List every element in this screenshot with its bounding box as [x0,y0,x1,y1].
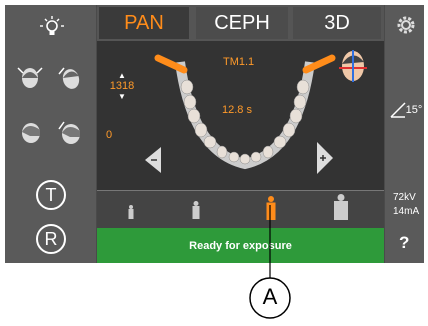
tab-pan[interactable]: PAN [99,7,189,39]
up-arrow-icon: ▲ [118,71,126,80]
program-label: TM1.1 [223,56,255,68]
head-tilt-icon[interactable] [55,63,85,93]
help-button[interactable]: ? [399,233,409,253]
head-front-icon[interactable] [15,63,45,93]
patient-small-icon[interactable] [188,199,204,221]
kv-value: 72kV [393,192,416,203]
patient-head-icon[interactable] [336,46,370,88]
head-side-icon[interactable] [15,117,45,147]
angle-value: 15° [405,104,423,116]
patient-child-icon[interactable] [124,203,138,221]
lamp-icon[interactable] [38,14,66,42]
angle-control[interactable]: 15° [386,98,426,122]
r-button[interactable]: R [36,224,66,254]
angle-icon [390,102,406,118]
tab-ceph-label: CEPH [214,11,270,34]
t-button-label: T [45,184,57,205]
r-button-label: R [44,228,58,249]
right-toolbar [385,5,424,263]
ma-value: 14mA [393,206,420,217]
height-control[interactable]: ▲ 1318 ▼ [107,68,137,104]
tab-pan-label: PAN [124,11,164,34]
exposure-time: 12.8 s [222,104,252,116]
position-value: 0 [106,129,113,141]
minus-button[interactable] [143,145,163,175]
height-value: 1318 [109,80,135,92]
plus-button[interactable] [315,140,335,176]
tab-3d[interactable]: 3D [293,7,381,39]
patient-large-icon[interactable] [331,193,351,221]
gear-icon[interactable] [394,13,418,37]
t-button[interactable]: T [36,180,66,210]
down-arrow-icon: ▼ [118,92,126,101]
tab-ceph[interactable]: CEPH [196,7,288,39]
status-bar: Ready for exposure [97,228,384,263]
tab-3d-label: 3D [324,11,350,34]
callout-label: A [262,284,278,309]
head-side-tilt-icon[interactable] [55,117,85,147]
